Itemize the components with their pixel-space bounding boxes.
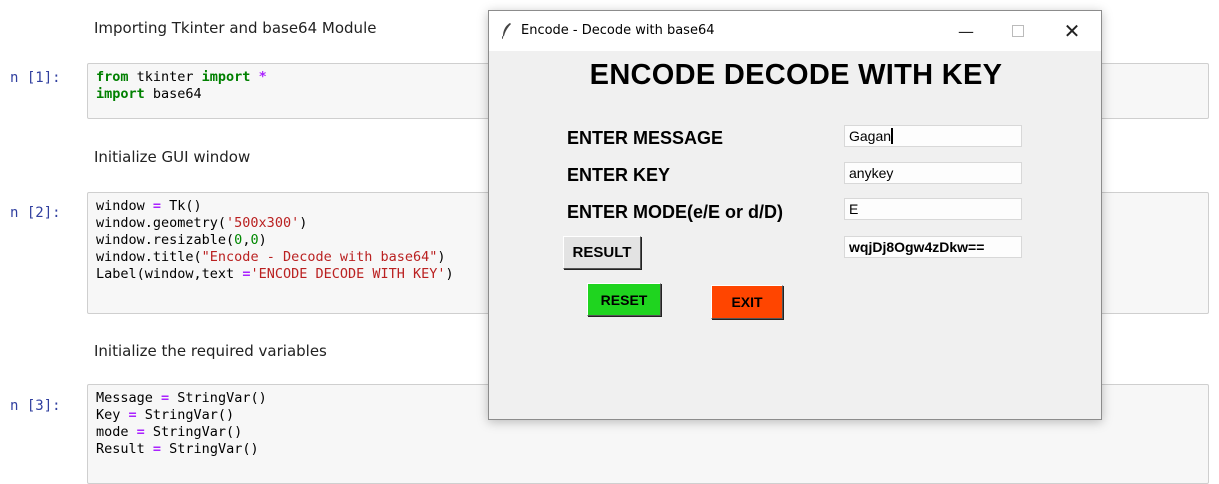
markdown-heading-gui: Initialize GUI window [94,148,251,166]
result-button[interactable]: RESULT [563,236,641,269]
key-value: anykey [849,165,894,181]
reset-button[interactable]: RESET [587,283,661,316]
message-label: ENTER MESSAGE [567,128,724,148]
markdown-heading-imports: Importing Tkinter and base64 Module [94,19,377,37]
cell-prompt-3: n [3]: [10,398,61,414]
result-field[interactable]: wqjDj8Ogw4zDkw== [844,236,1022,258]
cell-prompt-2: n [2]: [10,205,61,221]
close-button[interactable]: ✕ [1049,11,1095,51]
feather-icon [502,23,511,39]
mode-field[interactable]: E [844,198,1022,220]
markdown-heading-variables: Initialize the required variables [94,342,327,360]
code-line: Result = StringVar() [96,441,259,457]
minimize-button[interactable]: — [943,11,989,51]
code-line: mode = StringVar() [96,424,243,440]
key-field[interactable]: anykey [844,162,1022,184]
maximize-button[interactable] [995,11,1041,51]
result-value: wqjDj8Ogw4zDkw== [849,239,985,255]
message-field[interactable]: Gagan [844,125,1022,147]
title-bar[interactable]: Encode - Decode with base64 — ✕ [489,11,1101,51]
app-heading: ENCODE DECODE WITH KEY [589,59,1003,91]
encode-decode-window: Encode - Decode with base64 — ✕ ENCODE D… [488,10,1102,420]
maximize-icon [1012,25,1024,37]
message-value: Gagan [849,128,892,144]
key-label: ENTER KEY [567,165,671,185]
cell-prompt-1: n [1]: [10,70,61,86]
text-caret [891,128,894,144]
mode-label: ENTER MODE(e/E or d/D) [567,202,784,222]
mode-value: E [849,201,859,217]
exit-button[interactable]: EXIT [711,285,783,319]
minimize-icon: — [958,21,974,41]
close-icon: ✕ [1063,19,1081,43]
window-title: Encode - Decode with base64 [521,23,715,38]
